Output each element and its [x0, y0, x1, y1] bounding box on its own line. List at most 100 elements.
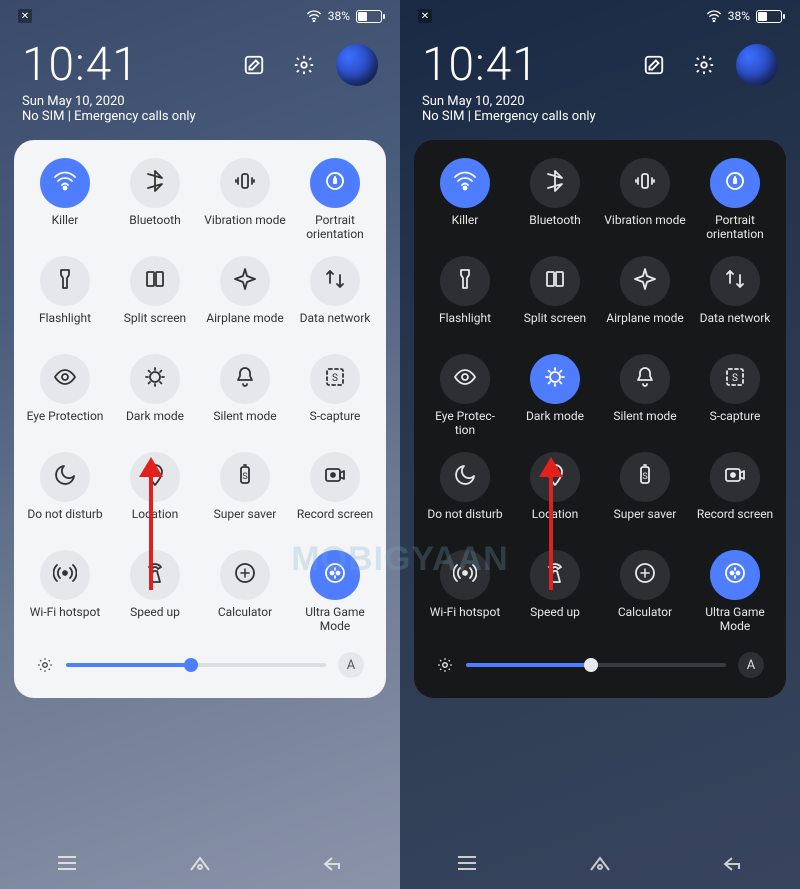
- tile-vibration[interactable]: Vibration mode: [600, 158, 690, 242]
- speedup-icon[interactable]: [530, 550, 580, 600]
- dnd-icon[interactable]: [440, 452, 490, 502]
- calculator-icon[interactable]: [220, 550, 270, 600]
- brightness-thumb[interactable]: [584, 658, 598, 672]
- vibration-icon[interactable]: [620, 158, 670, 208]
- tile-dnd[interactable]: Do not disturb: [20, 452, 110, 536]
- hotspot-icon[interactable]: [40, 550, 90, 600]
- tile-bluetooth[interactable]: Bluetooth: [510, 158, 600, 242]
- scapture-icon[interactable]: S: [710, 354, 760, 404]
- nav-home[interactable]: [180, 843, 220, 883]
- tile-portrait[interactable]: Portrait orientation: [290, 158, 380, 242]
- nav-recents[interactable]: [47, 843, 87, 883]
- tile-hotspot[interactable]: Wi-Fi hotspot: [420, 550, 510, 634]
- tile-portrait[interactable]: Portrait orientation: [690, 158, 780, 242]
- brightness-slider[interactable]: [466, 663, 726, 667]
- scapture-icon[interactable]: S: [310, 354, 360, 404]
- tile-calculator[interactable]: Calculator: [600, 550, 690, 634]
- tile-wifi[interactable]: Killer: [420, 158, 510, 242]
- nav-back[interactable]: [713, 843, 753, 883]
- tile-supersaver[interactable]: SSuper saver: [600, 452, 690, 536]
- vibration-icon[interactable]: [220, 158, 270, 208]
- speedup-icon[interactable]: [130, 550, 180, 600]
- tile-record[interactable]: Record screen: [690, 452, 780, 536]
- dnd-icon[interactable]: [40, 452, 90, 502]
- tile-wifi[interactable]: Killer: [20, 158, 110, 242]
- record-icon[interactable]: [710, 452, 760, 502]
- brightness-slider[interactable]: [66, 663, 326, 667]
- tile-data[interactable]: Data network: [290, 256, 380, 340]
- bluetooth-icon[interactable]: [130, 158, 180, 208]
- tile-bluetooth[interactable]: Bluetooth: [110, 158, 200, 242]
- wifi-icon[interactable]: [40, 158, 90, 208]
- tile-label: Ultra Game Mode: [292, 606, 378, 634]
- nav-back[interactable]: [313, 843, 353, 883]
- portrait-icon[interactable]: [710, 158, 760, 208]
- status-bar: ✕ 38%: [0, 0, 400, 28]
- tile-game[interactable]: Ultra Game Mode: [290, 550, 380, 634]
- brightness-fill: [66, 663, 191, 667]
- assistant-orb[interactable]: [736, 44, 778, 86]
- silent-icon[interactable]: [220, 354, 270, 404]
- tile-eye[interactable]: Eye Protection: [20, 354, 110, 438]
- supersaver-icon[interactable]: S: [620, 452, 670, 502]
- tile-silent[interactable]: Silent mode: [600, 354, 690, 438]
- tile-game[interactable]: Ultra Game Mode: [690, 550, 780, 634]
- tile-record[interactable]: Record screen: [290, 452, 380, 536]
- hotspot-icon[interactable]: [440, 550, 490, 600]
- tile-eye[interactable]: Eye Protec- tion: [420, 354, 510, 438]
- tile-dnd[interactable]: Do not disturb: [420, 452, 510, 536]
- bluetooth-icon[interactable]: [530, 158, 580, 208]
- split-icon[interactable]: [130, 256, 180, 306]
- qs-panel: KillerBluetoothVibration modePortrait or…: [414, 140, 786, 698]
- tile-scapture[interactable]: SS-capture: [290, 354, 380, 438]
- tile-silent[interactable]: Silent mode: [200, 354, 290, 438]
- flashlight-icon[interactable]: [40, 256, 90, 306]
- tile-flashlight[interactable]: Flashlight: [20, 256, 110, 340]
- auto-brightness-button[interactable]: A: [338, 652, 364, 678]
- tile-darkmode[interactable]: Dark mode: [510, 354, 600, 438]
- tile-vibration[interactable]: Vibration mode: [200, 158, 290, 242]
- wifi-icon[interactable]: [440, 158, 490, 208]
- tile-supersaver[interactable]: SSuper saver: [200, 452, 290, 536]
- tile-data[interactable]: Data network: [690, 256, 780, 340]
- tile-label: Vibration mode: [604, 214, 685, 242]
- split-icon[interactable]: [530, 256, 580, 306]
- game-icon[interactable]: [310, 550, 360, 600]
- data-icon[interactable]: [710, 256, 760, 306]
- record-icon[interactable]: [310, 452, 360, 502]
- tile-split[interactable]: Split screen: [110, 256, 200, 340]
- settings-button[interactable]: [286, 47, 322, 83]
- darkmode-icon[interactable]: [530, 354, 580, 404]
- tile-darkmode[interactable]: Dark mode: [110, 354, 200, 438]
- brightness-thumb[interactable]: [184, 658, 198, 672]
- game-icon[interactable]: [710, 550, 760, 600]
- tile-flashlight[interactable]: Flashlight: [420, 256, 510, 340]
- assistant-orb[interactable]: [336, 44, 378, 86]
- tile-hotspot[interactable]: Wi-Fi hotspot: [20, 550, 110, 634]
- airplane-icon[interactable]: [220, 256, 270, 306]
- portrait-icon[interactable]: [310, 158, 360, 208]
- silent-icon[interactable]: [620, 354, 670, 404]
- auto-brightness-button[interactable]: A: [738, 652, 764, 678]
- eye-icon[interactable]: [40, 354, 90, 404]
- data-icon[interactable]: [310, 256, 360, 306]
- eye-icon[interactable]: [440, 354, 490, 404]
- supersaver-icon[interactable]: S: [220, 452, 270, 502]
- darkmode-icon[interactable]: [130, 354, 180, 404]
- edit-button[interactable]: [636, 47, 672, 83]
- tile-airplane[interactable]: Airplane mode: [200, 256, 290, 340]
- tile-speedup[interactable]: Speed up: [510, 550, 600, 634]
- nav-home[interactable]: [580, 843, 620, 883]
- tile-scapture[interactable]: SS-capture: [690, 354, 780, 438]
- nav-recents[interactable]: [447, 843, 487, 883]
- calculator-icon[interactable]: [620, 550, 670, 600]
- tile-calculator[interactable]: Calculator: [200, 550, 290, 634]
- settings-button[interactable]: [686, 47, 722, 83]
- tile-airplane[interactable]: Airplane mode: [600, 256, 690, 340]
- edit-button[interactable]: [236, 47, 272, 83]
- tile-split[interactable]: Split screen: [510, 256, 600, 340]
- airplane-icon[interactable]: [620, 256, 670, 306]
- tile-label: Speed up: [530, 606, 580, 634]
- tile-speedup[interactable]: Speed up: [110, 550, 200, 634]
- flashlight-icon[interactable]: [440, 256, 490, 306]
